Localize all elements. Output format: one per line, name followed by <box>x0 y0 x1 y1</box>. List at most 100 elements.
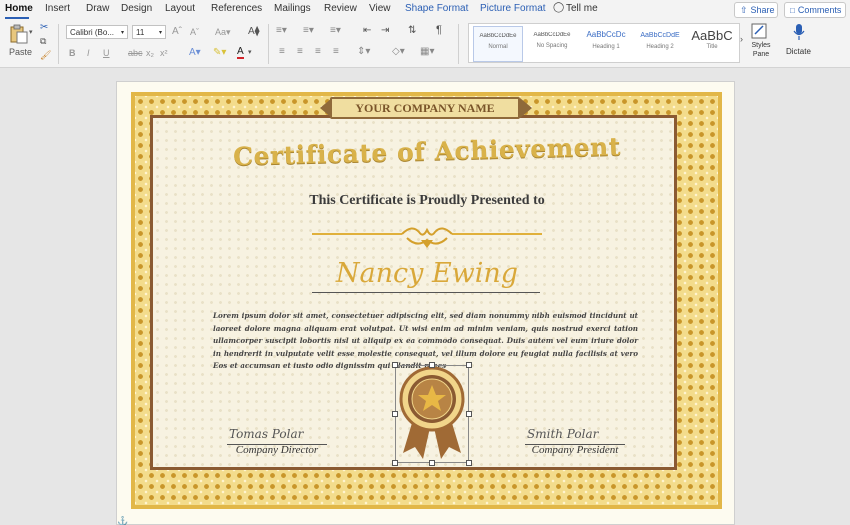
decrease-indent-icon[interactable]: ⇤ <box>363 25 371 36</box>
tab-draw[interactable]: Draw <box>86 3 109 14</box>
paste-options-chevron-icon[interactable]: ▾ <box>29 28 33 36</box>
tab-insert[interactable]: Insert <box>45 3 70 14</box>
document-canvas[interactable]: YOUR COMPANY NAME Certificate of Achieve… <box>0 68 850 525</box>
share-icon: ⇧ <box>740 4 748 15</box>
tab-home[interactable]: Home <box>5 3 33 14</box>
resize-handle-bottom[interactable] <box>429 460 435 466</box>
shrink-font-icon[interactable]: Aˇ <box>190 27 199 37</box>
subscript-icon[interactable]: x₂ <box>146 48 154 58</box>
image-selection-frame <box>395 365 469 463</box>
cut-icon[interactable]: ✂ <box>40 22 48 33</box>
pilcrow-icon[interactable]: ¶ <box>436 24 442 36</box>
line-spacing-icon[interactable]: ⇕▾ <box>357 46 370 57</box>
numbering-icon[interactable]: ≡▾ <box>303 25 314 36</box>
font-name-value: Calibri (Bo... <box>70 27 115 37</box>
ribbon-divider <box>58 24 59 64</box>
multilevel-list-icon[interactable]: ≡▾ <box>330 25 341 36</box>
font-name-select[interactable]: Calibri (Bo... ▾ <box>66 25 128 39</box>
superscript-icon[interactable]: x² <box>160 48 168 58</box>
styles-pane-icon <box>751 23 767 39</box>
tab-shape-format[interactable]: Shape Format <box>405 3 468 14</box>
resize-handle-top-right[interactable] <box>466 362 472 368</box>
certificate-subtitle[interactable]: This Certificate is Proudly Presented to <box>237 193 617 209</box>
clear-formatting-icon[interactable]: A⧫ <box>248 26 260 37</box>
borders-icon[interactable]: ▦▾ <box>420 46 434 57</box>
style-no-spacing[interactable]: AaBbCcDdEe No Spacing <box>527 26 577 62</box>
style-name: Title <box>706 44 718 50</box>
style-heading-2[interactable]: AaBbCcDdE Heading 2 <box>635 26 685 62</box>
comments-label: Comments <box>797 5 842 15</box>
comment-icon: □ <box>790 5 795 15</box>
bullets-icon[interactable]: ≡▾ <box>276 25 287 36</box>
align-center-icon[interactable]: ≡ <box>297 46 303 57</box>
shading-icon[interactable]: ◇▾ <box>392 46 405 57</box>
italic-icon[interactable]: I <box>87 48 90 58</box>
microphone-icon <box>793 24 805 40</box>
justify-icon[interactable]: ≡ <box>333 46 339 57</box>
signer-title-left[interactable]: Company Director <box>227 444 327 456</box>
tell-me-search[interactable]: Tell me <box>566 3 598 14</box>
copy-icon[interactable]: ⧉ <box>40 36 46 47</box>
change-case-icon[interactable]: Aa▾ <box>215 27 231 38</box>
increase-indent-icon[interactable]: ⇥ <box>381 25 389 36</box>
align-right-icon[interactable]: ≡ <box>315 46 321 57</box>
recipient-underline <box>312 292 540 293</box>
style-sample: AaBbCcDdE <box>640 32 680 39</box>
style-title[interactable]: AaBbC Title <box>687 26 737 62</box>
gallery-more-chevron-icon[interactable]: › <box>740 34 743 44</box>
font-size-value: 11 <box>136 27 145 37</box>
tab-references[interactable]: References <box>211 3 262 14</box>
format-painter-icon[interactable]: 🖌 <box>40 50 51 61</box>
dictate-button[interactable]: Dictate <box>786 23 814 63</box>
signature-right: Smith Polar <box>527 427 599 441</box>
signer-title-right[interactable]: Company President <box>525 444 625 456</box>
company-name-banner[interactable]: YOUR COMPANY NAME <box>330 97 520 119</box>
resize-handle-top[interactable] <box>429 362 435 368</box>
resize-handle-bottom-left[interactable] <box>392 460 398 466</box>
chevron-down-icon[interactable]: ▾ <box>248 48 252 56</box>
styles-pane-button[interactable]: Styles Pane <box>748 23 772 63</box>
styles-pane-label: Styles Pane <box>751 42 771 58</box>
resize-handle-right[interactable] <box>466 411 472 417</box>
resize-handle-left[interactable] <box>392 411 398 417</box>
share-button[interactable]: ⇧ Share <box>734 2 778 18</box>
certificate-body-text[interactable]: Lorem ipsum dolor sit amet, consectetuer… <box>213 310 638 373</box>
style-sample: AaBbC <box>691 28 733 43</box>
tab-view[interactable]: View <box>369 3 391 14</box>
signature-left: Tomas Polar <box>229 427 304 441</box>
ribbon-divider <box>268 24 269 64</box>
tab-mailings[interactable]: Mailings <box>274 3 311 14</box>
underline-icon[interactable]: U <box>103 48 110 58</box>
sort-icon[interactable]: ⇅ <box>408 25 416 36</box>
resize-handle-top-left[interactable] <box>392 362 398 368</box>
resize-handle-bottom-right[interactable] <box>466 460 472 466</box>
dictate-label: Dictate <box>786 47 811 56</box>
tab-review[interactable]: Review <box>324 3 357 14</box>
chevron-down-icon: ▾ <box>120 29 124 36</box>
share-label: Share <box>750 5 775 15</box>
style-heading-1[interactable]: AaBbCcDc Heading 1 <box>581 26 631 62</box>
document-page[interactable]: YOUR COMPANY NAME Certificate of Achieve… <box>116 81 735 525</box>
chevron-down-icon: ▾ <box>158 29 162 36</box>
company-name-text: YOUR COMPANY NAME <box>355 101 495 115</box>
align-left-icon[interactable]: ≡ <box>279 46 285 57</box>
flourish-divider <box>312 227 542 248</box>
tab-design[interactable]: Design <box>121 3 152 14</box>
bold-icon[interactable]: B <box>69 48 76 58</box>
font-color-icon[interactable]: A <box>237 47 244 59</box>
tab-picture-format[interactable]: Picture Format <box>480 3 546 14</box>
style-sample: AaBbCcDdEe <box>533 32 571 38</box>
anchor-icon[interactable]: ⚓ <box>117 516 128 525</box>
style-name: Normal <box>488 44 508 50</box>
style-normal[interactable]: AaBbCcDdEe Normal <box>473 26 523 62</box>
grow-font-icon[interactable]: Aˆ <box>172 26 182 37</box>
tab-layout[interactable]: Layout <box>165 3 195 14</box>
recipient-name[interactable]: Nancy Ewing <box>277 258 577 289</box>
style-name: No Spacing <box>536 43 568 49</box>
font-size-select[interactable]: 11 ▾ <box>132 25 166 39</box>
style-sample: AaBbCcDdEe <box>479 33 517 39</box>
comments-button[interactable]: □ Comments <box>784 2 846 18</box>
strikethrough-icon[interactable]: abc <box>128 48 143 58</box>
text-effects-icon[interactable]: A▾ <box>189 47 201 58</box>
highlight-icon[interactable]: ✎▾ <box>213 47 226 58</box>
